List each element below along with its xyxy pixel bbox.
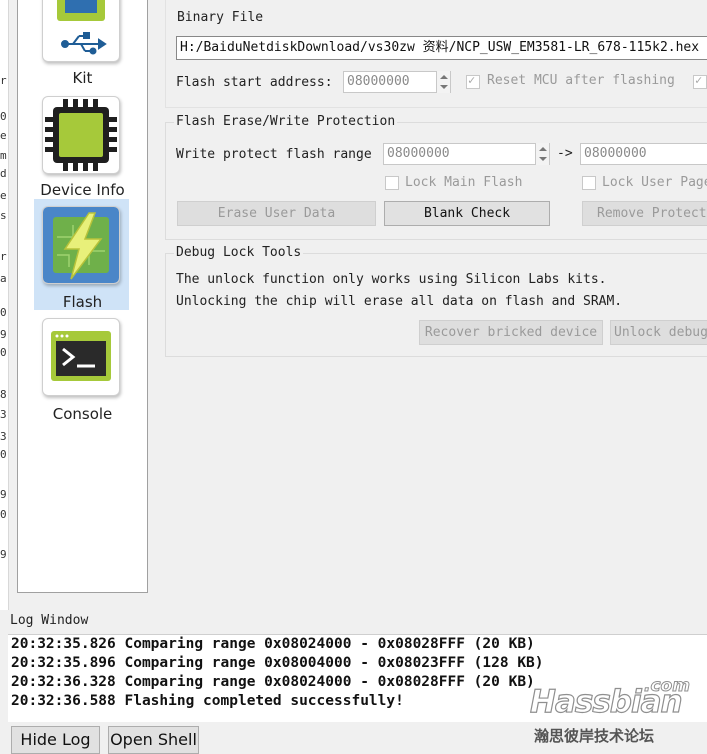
clipped-char: 0 bbox=[0, 346, 7, 359]
watermark-tld: .com bbox=[644, 676, 691, 697]
sidebar-item-label: Device Info bbox=[40, 181, 125, 199]
debug-lock-title: Debug Lock Tools bbox=[174, 245, 304, 260]
clipped-char: a bbox=[0, 272, 7, 285]
clipped-char: 0 bbox=[0, 306, 7, 319]
debug-lock-info-line-2: Unlocking the chip will erase all data o… bbox=[176, 294, 623, 309]
lock-user-page-checkbox[interactable] bbox=[582, 176, 596, 190]
reset-mcu-label: Reset MCU after flashing bbox=[487, 73, 675, 88]
clipped-char: m bbox=[0, 149, 7, 162]
log-line: 20:32:36.588 Flashing completed successf… bbox=[11, 693, 404, 709]
clipped-char: s bbox=[0, 209, 7, 222]
sidebar-item-label: Console bbox=[52, 405, 113, 423]
clipped-char: d bbox=[0, 167, 7, 180]
log-line: 20:32:35.896 Comparing range 0x08004000 … bbox=[11, 655, 544, 671]
clipped-checkbox[interactable] bbox=[693, 73, 707, 89]
sidebar-item-label: Kit bbox=[72, 69, 93, 87]
clipped-char: 0 bbox=[0, 448, 7, 461]
log-window-title: Log Window bbox=[10, 613, 89, 628]
clipped-char: 0 bbox=[0, 110, 7, 123]
sidebar-item-label: Flash bbox=[62, 293, 103, 311]
erase-user-data-button[interactable]: Erase User Data bbox=[177, 201, 376, 226]
flash-start-address-label: Flash start address: bbox=[176, 75, 333, 90]
flash-chip-icon bbox=[42, 206, 120, 284]
range-arrow: -> bbox=[557, 146, 573, 161]
lock-main-flash-checkbox[interactable] bbox=[385, 176, 399, 190]
protection-title: Flash Erase/Write Protection bbox=[174, 114, 398, 129]
start-address-spinner[interactable] bbox=[436, 71, 450, 93]
clipped-char: e bbox=[0, 129, 7, 142]
recover-bricked-device-button[interactable]: Recover bricked device bbox=[419, 320, 603, 345]
lock-main-flash-label: Lock Main Flash bbox=[405, 175, 523, 190]
chip-icon bbox=[42, 96, 120, 174]
lock-user-page-label: Lock User Page bbox=[602, 175, 707, 190]
tool-sidebar: Kit Device Info Flash Console bbox=[17, 0, 148, 593]
clipped-char: 0 bbox=[0, 508, 7, 521]
debug-lock-info-line-1: The unlock function only works using Sil… bbox=[176, 272, 607, 287]
log-line: 20:32:36.328 Comparing range 0x08024000 … bbox=[11, 674, 535, 690]
clipped-char: r bbox=[0, 250, 7, 263]
binary-file-label: Binary File bbox=[177, 10, 264, 25]
hide-log-button[interactable]: Hide Log bbox=[11, 726, 100, 754]
clipped-char: 3 bbox=[0, 408, 7, 421]
clipped-char: 9 bbox=[0, 548, 7, 561]
clipped-char: e bbox=[0, 189, 7, 202]
log-line: 20:32:35.826 Comparing range 0x08024000 … bbox=[11, 636, 535, 652]
clipped-char: 8 bbox=[0, 388, 7, 401]
reset-mcu-checkbox[interactable] bbox=[466, 73, 480, 89]
watermark-subtitle: 瀚思彼岸技术论坛 bbox=[534, 727, 655, 745]
usb-board-icon bbox=[42, 0, 120, 62]
range-from-spinner[interactable] bbox=[535, 143, 549, 165]
clipped-char: r bbox=[0, 74, 7, 87]
write-protect-range-label: Write protect flash range bbox=[176, 147, 372, 162]
clipped-char: 9 bbox=[0, 328, 7, 341]
remove-protection-button[interactable]: Remove Protection bbox=[582, 201, 707, 226]
blank-check-button[interactable]: Blank Check bbox=[384, 201, 550, 226]
left-clipped-panel: r 0 e m d e s r a 0 9 0 8 3 3 0 9 0 9 bbox=[0, 0, 9, 610]
flash-start-address-input[interactable]: 08000000 bbox=[343, 71, 451, 93]
binary-file-input[interactable]: H:/BaiduNetdiskDownload/vs30zw 资料/NCP_US… bbox=[176, 36, 707, 60]
open-shell-button[interactable]: Open Shell bbox=[108, 726, 199, 754]
clipped-char: 9 bbox=[0, 488, 7, 501]
range-to-input[interactable]: 08000000 bbox=[580, 143, 707, 165]
range-from-input[interactable]: 08000000 bbox=[383, 143, 550, 165]
terminal-icon bbox=[42, 318, 120, 396]
clipped-char: 3 bbox=[0, 430, 7, 443]
unlock-debug-button[interactable]: Unlock debug bbox=[610, 320, 707, 345]
